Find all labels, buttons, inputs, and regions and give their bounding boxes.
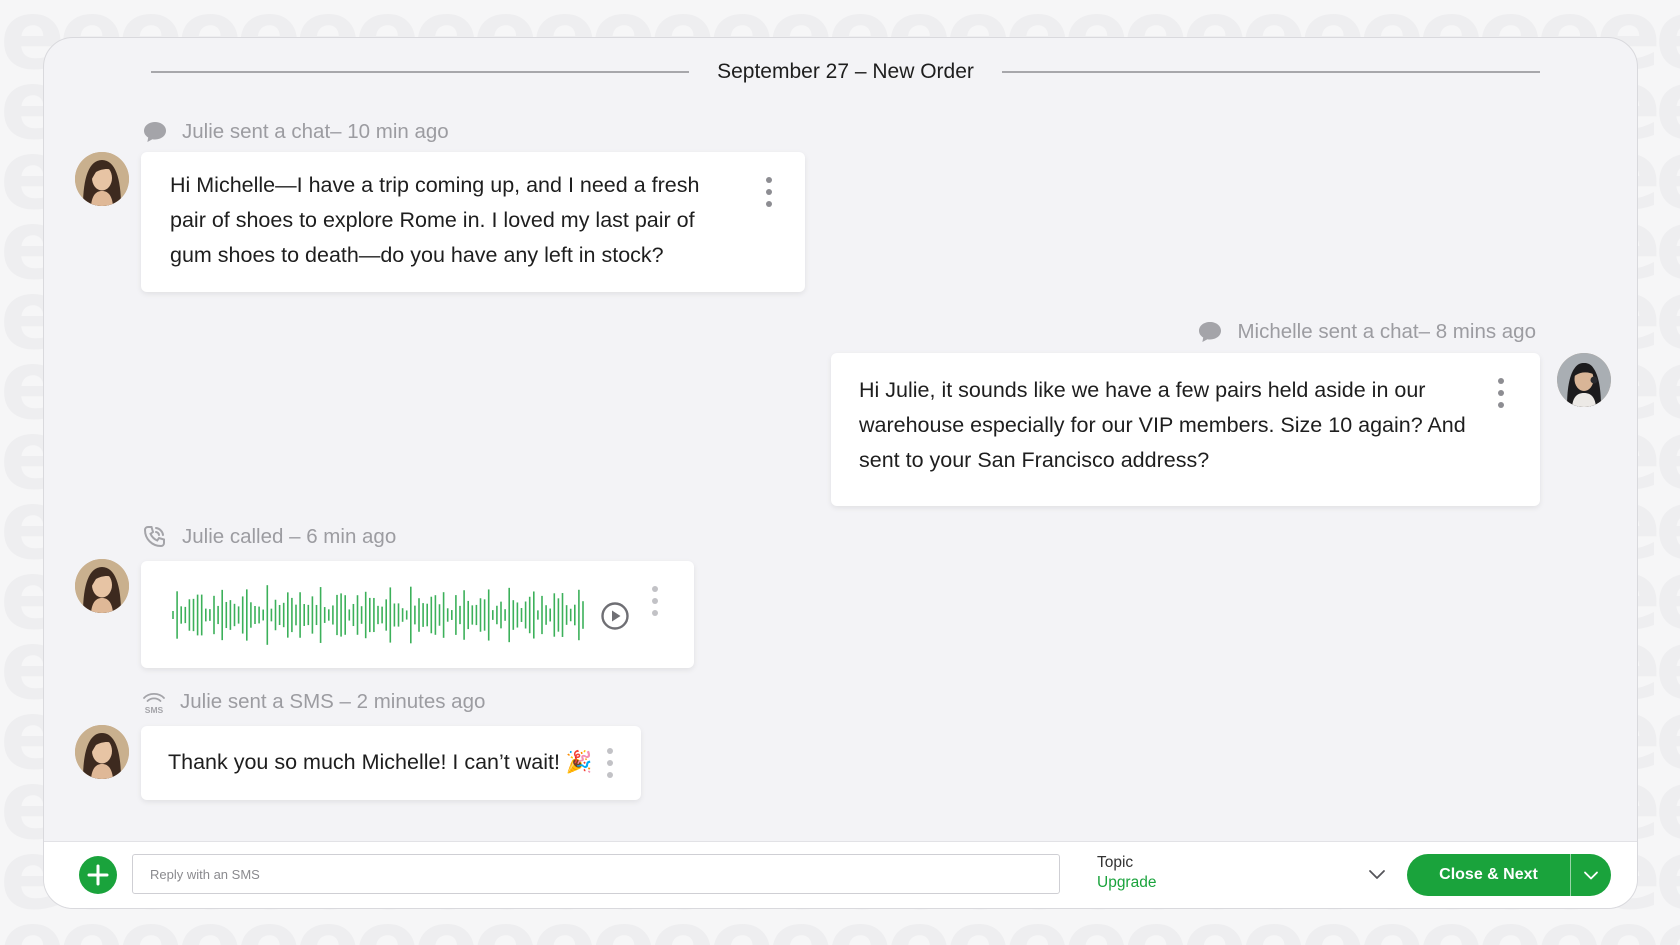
divider-line-left — [151, 71, 690, 73]
message-menu-icon[interactable] — [1496, 378, 1506, 408]
avatar-michelle — [1557, 353, 1611, 407]
event-meta-text: Michelle sent a chat– 8 mins ago — [1237, 320, 1536, 343]
sms-bubble-julie: Thank you so much Michelle! I can’t wait… — [141, 726, 641, 800]
composer-bar: Topic Upgrade Close & Next — [44, 841, 1637, 908]
sms-icon: SMS — [140, 689, 166, 715]
audio-waveform[interactable] — [171, 583, 591, 647]
event-meta: Julie sent a chat– 10 min ago — [142, 119, 449, 145]
play-icon[interactable] — [600, 601, 630, 631]
message-menu-icon[interactable] — [605, 748, 615, 778]
conversation-panel: September 27 – New Order Julie sent a ch… — [43, 37, 1638, 909]
message-text: Thank you so much Michelle! I can’t wait… — [168, 750, 593, 774]
close-next-dropdown[interactable] — [1571, 854, 1611, 896]
chevron-down-icon — [1367, 864, 1387, 884]
avatar-julie — [75, 559, 129, 613]
message-text: Hi Michelle—I have a trip coming up, and… — [170, 173, 700, 267]
message-text: Hi Julie, it sounds like we have a few p… — [859, 378, 1466, 472]
date-divider: September 27 – New Order — [151, 52, 1541, 92]
event-meta: SMS Julie sent a SMS – 2 minutes ago — [140, 689, 485, 715]
plus-icon — [87, 864, 109, 886]
chat-bubble-icon — [142, 119, 168, 145]
chat-bubble-icon — [1197, 319, 1223, 345]
topic-value: Upgrade — [1097, 874, 1157, 891]
chat-bubble-michelle: Hi Julie, it sounds like we have a few p… — [831, 353, 1540, 506]
avatar-julie — [75, 152, 129, 206]
avatar-julie — [75, 725, 129, 779]
event-meta-text: Julie sent a SMS – 2 minutes ago — [180, 690, 486, 713]
topic-select[interactable]: Topic Upgrade — [1097, 854, 1387, 896]
message-menu-icon[interactable] — [650, 586, 660, 616]
topic-label: Topic — [1097, 854, 1134, 871]
reply-sms-input[interactable] — [132, 854, 1060, 894]
chevron-down-icon — [1584, 871, 1598, 880]
event-meta: Julie called – 6 min ago — [142, 524, 396, 550]
close-next-button[interactable]: Close & Next — [1407, 854, 1571, 896]
date-divider-label: September 27 – New Order — [717, 60, 974, 83]
event-meta-text: Julie sent a chat– 10 min ago — [182, 120, 449, 143]
phone-call-icon — [142, 524, 168, 550]
chat-bubble-julie: Hi Michelle—I have a trip coming up, and… — [141, 152, 805, 292]
divider-line-right — [1001, 71, 1541, 73]
voice-recording-bubble — [141, 561, 694, 668]
event-meta-text: Julie called – 6 min ago — [182, 525, 397, 548]
event-meta: Michelle sent a chat– 8 mins ago — [1197, 319, 1536, 345]
message-menu-icon[interactable] — [764, 177, 774, 207]
add-button[interactable] — [79, 856, 117, 894]
close-next-button-group: Close & Next — [1407, 854, 1611, 896]
svg-text:SMS: SMS — [145, 705, 164, 715]
